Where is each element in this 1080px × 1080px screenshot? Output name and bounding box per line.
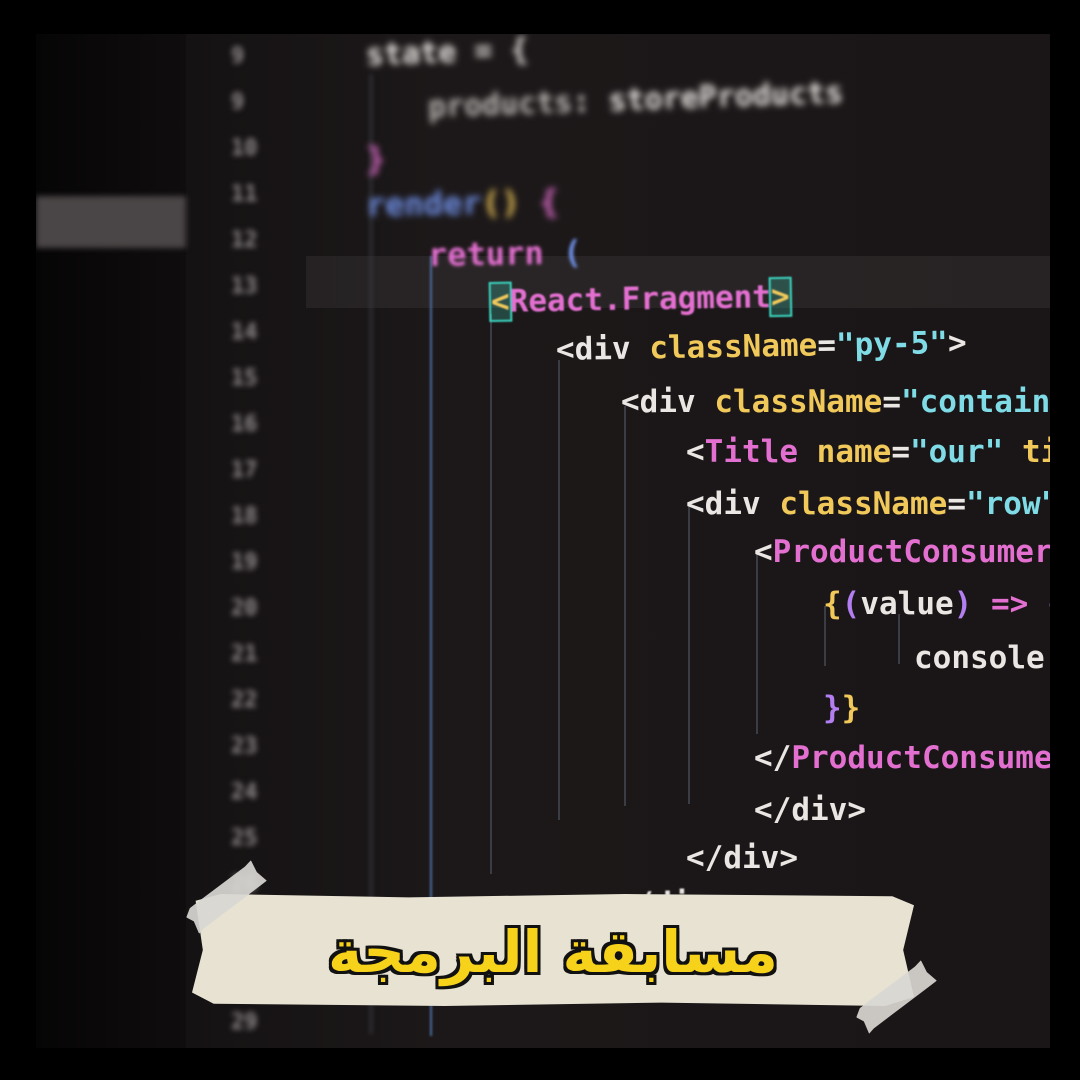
matching-bracket-highlight: > [768,276,792,318]
code-token: state = { [365,34,530,73]
code-token: } [841,690,861,726]
code-line: <ProductConsumer> [754,534,1050,570]
code-token: return [427,233,564,274]
code-token: "py-5" [835,325,949,364]
code-token: name [816,434,892,470]
code-line: }} [823,690,860,726]
code-token: "our" [909,434,1022,470]
code-token: className [779,486,948,522]
code-line: <div className="containe [621,384,1050,420]
code-line: {(value) => { [823,586,1050,622]
code-token: ti [1021,434,1050,470]
code-token: { [823,586,842,622]
code-token: </ [754,740,792,776]
code-line: state = { [365,34,529,73]
code-token: ) [953,586,991,622]
code-token: : storeProducts [571,75,844,120]
code-token: value [860,586,954,622]
code-token: React.Fragment [509,279,772,320]
code-token: = [882,384,901,420]
code-line: console. [914,640,1050,676]
code-line: render() { [366,183,559,224]
code-token: } [366,140,386,178]
code-token: } [823,690,842,726]
code-token: < [754,534,773,570]
code-token: > [947,324,967,362]
code-token: render [365,183,482,224]
code-token: console. [914,640,1050,676]
code-token: </div> [686,840,798,876]
code-token: < [686,434,705,470]
code-token: products [427,84,574,125]
code-line: return ( [428,233,583,274]
code-line: <React.Fragment> [488,276,792,323]
code-token: "row" [965,486,1050,522]
code-token: className [714,384,883,420]
code-token: <div [686,486,780,522]
code-line: </ProductConsumer [754,740,1050,776]
code-line: </div> [686,840,798,876]
code-token: () [481,182,540,222]
code-token: ( [841,586,861,622]
code-token: = [947,486,966,522]
code-token: { [539,182,559,221]
code-line: <Title name="our" ti [686,434,1050,470]
code-token: = [891,434,910,470]
code-token: ( [562,233,583,272]
code-token: className [648,327,818,367]
code-line: } [366,140,385,178]
code-line: <div className="row"> [686,486,1050,522]
code-line: </div> [754,792,866,828]
banner-title: مسابقة البرمجة [328,918,778,986]
code-token: = [816,327,837,364]
code-token: "containe [900,384,1050,420]
code-line: products: storeProducts [427,76,843,125]
code-token: => [991,586,1047,622]
code-token: { [1047,586,1050,622]
code-token: <div [621,384,715,420]
code-token: Title [704,434,817,470]
code-line: <div className="py-5"> [556,325,967,368]
code-token: ProductConsumer [791,740,1050,776]
code-token: ProductConsumer [772,534,1050,570]
matching-bracket-highlight: < [488,281,513,323]
code-token: <div [555,330,650,368]
code-token: </div> [754,792,866,828]
photo-frame: 9910111213141516171819202122232425262728… [0,0,1080,1080]
